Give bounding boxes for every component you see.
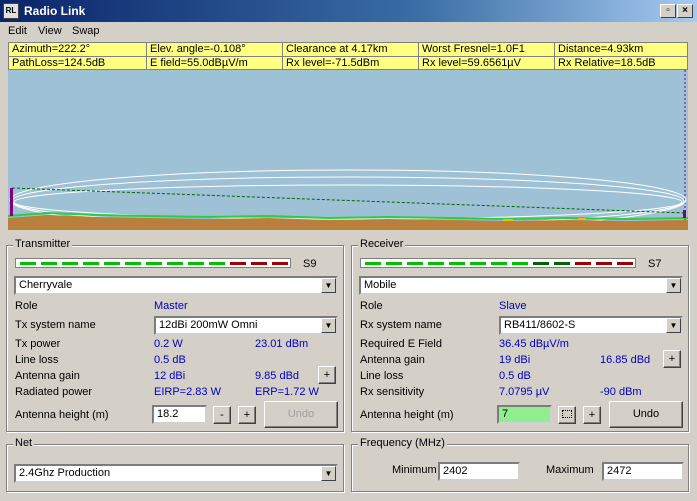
chevron-down-icon[interactable]: ▼ (666, 318, 681, 333)
tx-site-select[interactable]: Cherryvale ▼ (14, 276, 338, 295)
rx-system-select[interactable]: RB411/8602-S ▼ (499, 316, 683, 335)
clearance-value: Clearance at 4.17km (283, 43, 419, 57)
rx-loss-label: Line loss (360, 370, 404, 382)
tx-height-input[interactable]: 18.2 (152, 405, 207, 424)
rx-site-select[interactable]: Mobile ▼ (359, 276, 683, 295)
chevron-down-icon[interactable]: ▼ (666, 278, 681, 293)
sky-area (8, 70, 688, 230)
freq-min-input[interactable]: 2402 (438, 462, 520, 481)
tx-loss-label: Line loss (15, 354, 59, 366)
tx-height-decrement-button[interactable]: - (213, 406, 231, 424)
tx-radiated-label: Radiated power (15, 386, 93, 398)
tx-role-label: Role (15, 300, 38, 312)
terrain-profile[interactable] (7, 70, 689, 231)
tx-system-label: Tx system name (15, 319, 96, 331)
rx-height-dialog-button[interactable] (558, 406, 576, 424)
frequency-group: Frequency (MHz) Minimum 2402 Maximum 247… (351, 437, 689, 492)
tx-power-w: 0.2 W (154, 338, 183, 350)
tx-antenna-mast (10, 188, 13, 216)
rx-level-uv-value: Rx level=59.6561µV (419, 57, 555, 71)
rx-efield-label: Required E Field (360, 338, 442, 350)
freq-max-label: Maximum (546, 464, 594, 476)
receiver-group: Receiver S7 Mobile ▼ Role Slave Rx syste… (351, 238, 689, 432)
menu-bar: Edit View Swap (0, 22, 697, 40)
menu-view[interactable]: View (38, 25, 62, 37)
chevron-down-icon[interactable]: ▼ (321, 318, 336, 333)
transmitter-group: Transmitter S9 Cherryvale ▼ Role Master … (6, 238, 344, 432)
rx-gain-add-button[interactable]: + (663, 350, 681, 368)
rx-role-label: Role (360, 300, 383, 312)
tx-signal-label: S9 (303, 258, 317, 270)
chevron-down-icon[interactable]: ▼ (321, 466, 336, 481)
rx-role-value: Slave (499, 300, 527, 312)
rx-height-increment-button[interactable]: + (583, 406, 601, 424)
link-info-panel: Azimuth=222.2° Elev. angle=-0.108° Clear… (8, 42, 688, 71)
rx-signal-meter (360, 258, 636, 268)
rx-gain-dbd: 16.85 dBd (600, 354, 651, 366)
profile-chart (7, 70, 689, 231)
rx-sensitivity-uv: 7.0795 µV (499, 386, 550, 398)
pathloss-value: PathLoss=124.5dB (9, 57, 147, 71)
frequency-group-title: Frequency (MHz) (358, 437, 447, 449)
worst-fresnel-value: Worst Fresnel=1.0F1 (419, 43, 555, 57)
rx-height-label: Antenna height (m) (360, 409, 454, 421)
receiver-group-title: Receiver (358, 238, 406, 250)
chevron-down-icon[interactable]: ▼ (321, 278, 336, 293)
net-group-title: Net (13, 437, 35, 449)
tx-gain-dbd: 9.85 dBd (255, 370, 300, 382)
rx-height-input[interactable]: 7 (497, 405, 552, 424)
tx-gain-dbi: 12 dBi (154, 370, 186, 382)
tx-gain-add-button[interactable]: + (318, 366, 336, 384)
azimuth-value: Azimuth=222.2° (9, 43, 147, 57)
window-title: Radio Link (24, 4, 86, 18)
rx-gain-label: Antenna gain (360, 354, 425, 366)
menu-edit[interactable]: Edit (8, 25, 27, 37)
rx-sensitivity-dbm: -90 dBm (600, 386, 642, 398)
freq-min-label: Minimum (392, 464, 437, 476)
elevation-value: Elev. angle=-0.108° (147, 43, 283, 57)
app-icon[interactable]: RL (3, 3, 19, 19)
freq-max-input[interactable]: 2472 (602, 462, 684, 481)
efield-value: E field=55.0dBµV/m (147, 57, 283, 71)
distance-value: Distance=4.93km (555, 43, 687, 57)
rx-loss-value: 0.5 dB (499, 370, 531, 382)
rx-undo-button[interactable]: Undo (609, 401, 683, 428)
tx-power-label: Tx power (15, 338, 61, 350)
yellow-feature (503, 219, 513, 221)
yellow-feature (578, 218, 586, 220)
tx-height-increment-button[interactable]: + (238, 406, 256, 424)
tx-eirp-value: EIRP=2.83 W (154, 386, 221, 398)
rx-signal-label: S7 (648, 258, 662, 270)
tx-loss-value: 0.5 dB (154, 354, 186, 366)
title-bar[interactable]: RL Radio Link ▫ × (0, 0, 697, 22)
rx-system-label: Rx system name (360, 319, 442, 331)
tx-system-select[interactable]: 12dBi 200mW Omni ▼ (154, 316, 338, 335)
menu-swap[interactable]: Swap (72, 25, 100, 37)
tx-gain-label: Antenna gain (15, 370, 80, 382)
dialog-icon (562, 410, 572, 419)
rx-level-dbm-value: Rx level=-71.5dBm (283, 57, 419, 71)
rx-efield-value: 36.45 dBµV/m (499, 338, 569, 350)
tx-height-label: Antenna height (m) (15, 409, 109, 421)
net-group: Net 2.4Ghz Production ▼ (6, 437, 344, 492)
tx-erp-value: ERP=1.72 W (255, 386, 319, 398)
rx-antenna-mast (683, 210, 686, 218)
net-select[interactable]: 2.4Ghz Production ▼ (14, 464, 338, 483)
tx-role-value: Master (154, 300, 188, 312)
transmitter-group-title: Transmitter (13, 238, 73, 250)
close-button[interactable]: × (677, 4, 693, 18)
tx-signal-meter (15, 258, 291, 268)
rx-relative-value: Rx Relative=18.5dB (558, 57, 656, 69)
tx-undo-button[interactable]: Undo (264, 401, 338, 428)
tx-power-dbm: 23.01 dBm (255, 338, 309, 350)
rx-gain-dbi: 19 dBi (499, 354, 531, 366)
rx-sensitivity-label: Rx sensitivity (360, 386, 425, 398)
restore-button[interactable]: ▫ (660, 4, 676, 18)
